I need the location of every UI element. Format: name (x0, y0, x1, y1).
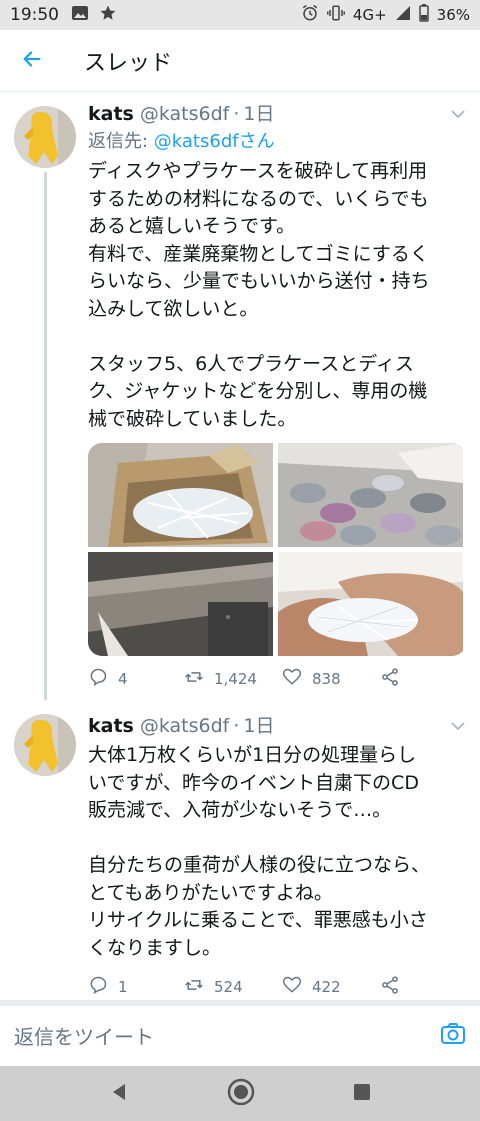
reply-context: 返信先: @kats6dfさん (88, 130, 466, 154)
signal-icon (395, 5, 411, 25)
media-image-3[interactable] (88, 552, 273, 656)
author-handle[interactable]: @kats6df (140, 714, 230, 738)
battery-percent: 36% (436, 6, 470, 24)
tweet[interactable]: kats @kats6df · 1日 大体1万枚くらいが1日分の処理量らし いで… (0, 700, 480, 1005)
reply-prefix: 返信先: (88, 131, 154, 152)
retweet-count: 524 (214, 978, 243, 996)
nav-back-icon[interactable] (108, 1081, 130, 1107)
retweet-button[interactable]: 524 (184, 975, 282, 999)
chevron-down-icon[interactable] (450, 106, 466, 126)
reply-mention-link[interactable]: @kats6dfさん (154, 131, 275, 152)
share-icon (380, 667, 400, 691)
media-image-4[interactable] (278, 552, 463, 656)
tweet-text: 大体1万枚くらいが1日分の処理量らし いですが、昨今のイベント自粛下のCD 販売… (88, 744, 431, 959)
tweet-header: kats @kats6df · 1日 (88, 714, 466, 738)
heart-icon (282, 975, 302, 999)
reply-count: 4 (118, 670, 128, 688)
back-button[interactable] (0, 30, 64, 92)
author-name[interactable]: kats (88, 102, 134, 126)
tweet-media-grid (88, 443, 466, 656)
like-count: 422 (312, 978, 341, 996)
reply-count: 1 (118, 978, 128, 996)
avatar[interactable] (14, 106, 76, 168)
author-name[interactable]: kats (88, 714, 134, 738)
like-button[interactable]: 838 (282, 667, 380, 691)
status-time: 19:50 (10, 5, 59, 25)
thread-line (44, 172, 47, 700)
system-navigation-bar (0, 1066, 480, 1121)
reply-button[interactable]: 1 (88, 975, 184, 999)
share-button[interactable] (380, 667, 400, 691)
nav-recents-icon[interactable] (352, 1082, 372, 1106)
tweet-header: kats @kats6df · 1日 (88, 102, 466, 126)
author-handle[interactable]: @kats6df (140, 102, 230, 126)
tweet-actions: 4 1,424 838 (88, 664, 466, 694)
tweet-time[interactable]: 1日 (243, 102, 274, 126)
vibrate-icon (326, 4, 345, 26)
network-type: 4G+ (352, 6, 387, 24)
media-image-2[interactable] (278, 443, 463, 547)
status-bar: 19:50 4G+ 36% (0, 0, 480, 30)
image-notification-icon (71, 5, 89, 26)
tweet-text: ディスクやプラケースを破砕して再利用 するための材料になるので、いくらでも ある… (88, 160, 430, 430)
retweet-button[interactable]: 1,424 (184, 667, 282, 691)
chevron-down-icon[interactable] (450, 718, 466, 738)
reply-input-placeholder[interactable]: 返信をツイート (14, 1021, 154, 1050)
like-button[interactable]: 422 (282, 975, 380, 999)
reply-icon (88, 667, 108, 691)
tweet-time[interactable]: 1日 (243, 714, 274, 738)
tweet-actions: 1 524 422 (88, 972, 466, 1002)
reply-composer-bar[interactable]: 返信をツイート (0, 1005, 480, 1065)
heart-icon (282, 667, 302, 691)
share-button[interactable] (380, 975, 400, 999)
separator-dot: · (233, 715, 240, 737)
battery-icon (418, 4, 429, 26)
retweet-icon (184, 975, 204, 999)
page-title: スレッド (84, 50, 173, 76)
avatar[interactable] (14, 714, 76, 776)
camera-icon[interactable] (440, 1022, 466, 1050)
reply-button[interactable]: 4 (88, 667, 184, 691)
separator-dot: · (233, 103, 240, 125)
share-icon (380, 975, 400, 999)
retweet-icon (184, 667, 204, 691)
star-notification-icon (99, 4, 117, 27)
alarm-icon (301, 4, 319, 26)
header: スレッド (0, 30, 480, 92)
nav-home-icon[interactable] (226, 1077, 256, 1111)
like-count: 838 (312, 670, 341, 688)
tweet[interactable]: kats @kats6df · 1日 返信先: @kats6dfさん ディスクや… (0, 92, 480, 700)
reply-icon (88, 975, 108, 999)
arrow-left-icon (21, 48, 43, 74)
retweet-count: 1,424 (214, 670, 257, 688)
media-image-1[interactable] (88, 443, 273, 547)
